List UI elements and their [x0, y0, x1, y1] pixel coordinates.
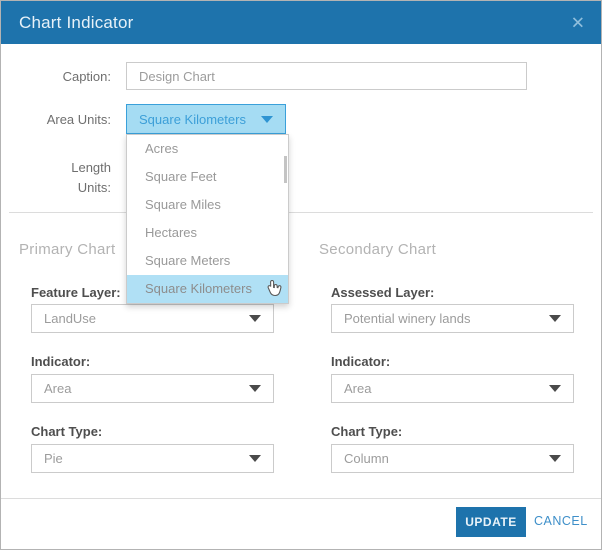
menu-item-square-meters[interactable]: Square Meters	[127, 247, 288, 275]
secondary-chart-type-select[interactable]: Column	[331, 444, 574, 473]
area-units-dropdown-menu: Acres Square Feet Square Miles Hectares …	[126, 134, 289, 304]
feature-layer-select[interactable]: LandUse	[31, 304, 274, 333]
primary-indicator-value: Area	[44, 381, 249, 396]
assessed-layer-select[interactable]: Potential winery lands	[331, 304, 574, 333]
chevron-down-icon	[249, 385, 261, 392]
caption-label: Caption:	[1, 69, 111, 84]
chevron-down-icon	[549, 315, 561, 322]
area-units-value: Square Kilometers	[139, 112, 261, 127]
primary-indicator-label: Indicator:	[31, 354, 90, 369]
secondary-indicator-value: Area	[344, 381, 549, 396]
menu-item-square-miles[interactable]: Square Miles	[127, 191, 288, 219]
area-units-label: Area Units:	[1, 112, 111, 127]
chevron-down-icon	[549, 455, 561, 462]
feature-layer-value: LandUse	[44, 311, 249, 326]
length-units-label: Length Units:	[1, 158, 111, 198]
area-units-select[interactable]: Square Kilometers	[126, 104, 286, 134]
cancel-button[interactable]: CANCEL	[534, 514, 588, 528]
chevron-down-icon	[249, 455, 261, 462]
dialog-title: Chart Indicator	[19, 13, 134, 33]
assessed-layer-label: Assessed Layer:	[331, 285, 434, 300]
chevron-down-icon	[261, 116, 273, 123]
primary-chart-type-select[interactable]: Pie	[31, 444, 274, 473]
menu-item-square-feet[interactable]: Square Feet	[127, 163, 288, 191]
footer-divider	[1, 498, 601, 499]
menu-item-square-kilometers[interactable]: Square Kilometers	[127, 275, 288, 303]
close-icon[interactable]: ✕	[571, 14, 585, 31]
secondary-chart-type-label: Chart Type:	[331, 424, 402, 439]
primary-chart-type-label: Chart Type:	[31, 424, 102, 439]
primary-chart-heading: Primary Chart	[19, 241, 115, 258]
dialog-header: Chart Indicator ✕	[1, 1, 601, 44]
secondary-chart-type-value: Column	[344, 451, 549, 466]
section-divider	[9, 212, 593, 213]
primary-chart-type-value: Pie	[44, 451, 249, 466]
chevron-down-icon	[249, 315, 261, 322]
feature-layer-label: Feature Layer:	[31, 285, 121, 300]
menu-item-acres[interactable]: Acres	[127, 135, 288, 163]
menu-scrollbar[interactable]	[284, 156, 287, 183]
assessed-layer-value: Potential winery lands	[344, 311, 549, 326]
hand-cursor-icon	[265, 280, 282, 309]
chart-indicator-dialog: Chart Indicator ✕ Caption: Area Units: S…	[0, 0, 602, 550]
update-button[interactable]: UPDATE	[456, 507, 526, 537]
primary-indicator-select[interactable]: Area	[31, 374, 274, 403]
menu-item-hectares[interactable]: Hectares	[127, 219, 288, 247]
chevron-down-icon	[549, 385, 561, 392]
secondary-chart-heading: Secondary Chart	[319, 241, 436, 258]
secondary-indicator-select[interactable]: Area	[331, 374, 574, 403]
caption-input[interactable]	[126, 62, 527, 90]
menu-item-label: Square Kilometers	[145, 281, 252, 296]
secondary-indicator-label: Indicator:	[331, 354, 390, 369]
